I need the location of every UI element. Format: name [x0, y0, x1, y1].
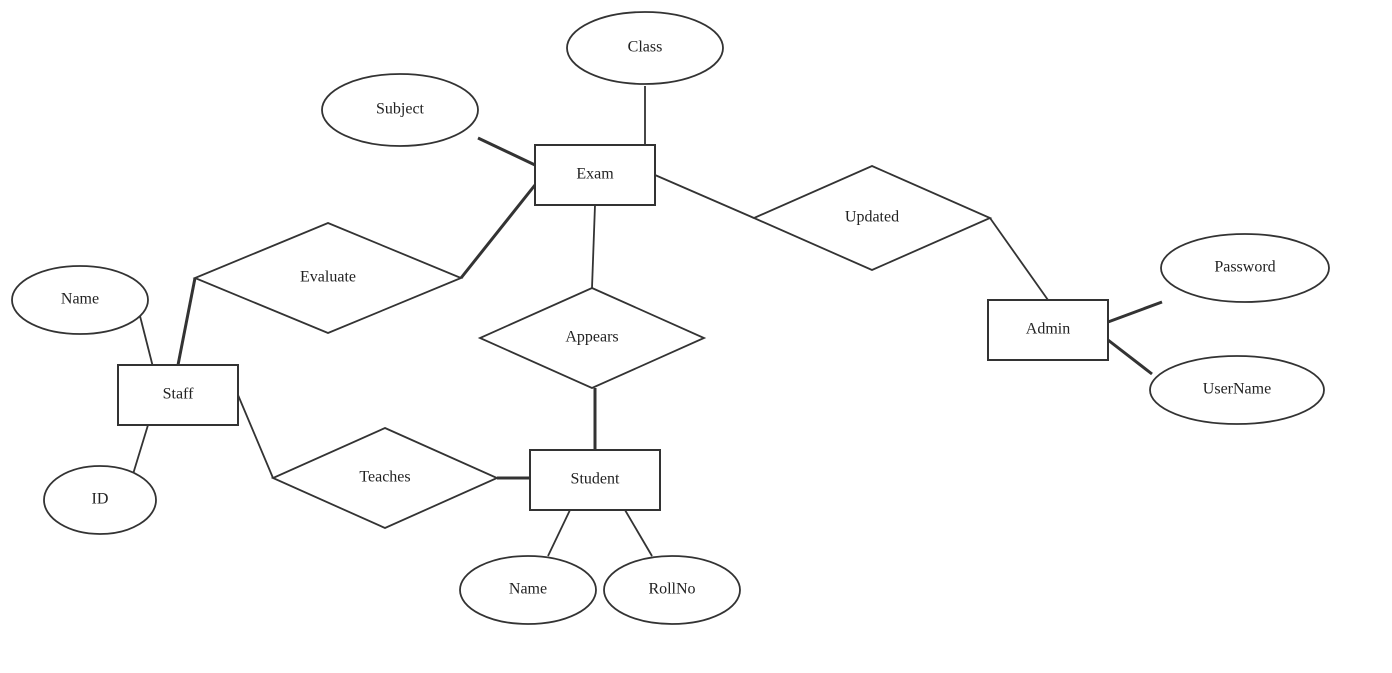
svg-text:Updated: Updated — [845, 209, 899, 226]
svg-text:Name: Name — [61, 291, 99, 308]
connector — [1108, 302, 1162, 322]
svg-text:Student: Student — [571, 471, 620, 488]
svg-text:ID: ID — [92, 491, 109, 508]
connector — [548, 510, 570, 556]
connector — [1108, 340, 1152, 374]
svg-text:Appears: Appears — [565, 329, 618, 346]
connector — [990, 218, 1048, 300]
svg-text:Evaluate: Evaluate — [300, 269, 356, 286]
er-diagram: Evaluate Appears Updated Teaches Exam Staff Ad… — [0, 0, 1392, 668]
connector — [592, 205, 595, 288]
connector — [625, 510, 652, 556]
svg-text:Password: Password — [1214, 259, 1275, 276]
svg-text:RollNo: RollNo — [648, 581, 695, 598]
connector — [478, 138, 535, 165]
svg-text:Class: Class — [628, 39, 663, 56]
connector — [655, 175, 754, 218]
svg-text:Teaches: Teaches — [359, 469, 410, 486]
connector — [461, 185, 535, 278]
svg-text:Staff: Staff — [163, 386, 194, 403]
svg-text:Admin: Admin — [1026, 321, 1070, 338]
svg-text:UserName: UserName — [1203, 381, 1271, 398]
svg-text:Name: Name — [509, 581, 547, 598]
connector — [178, 278, 195, 365]
svg-text:Subject: Subject — [376, 101, 425, 118]
svg-text:Exam: Exam — [576, 166, 614, 183]
connector — [238, 395, 273, 478]
